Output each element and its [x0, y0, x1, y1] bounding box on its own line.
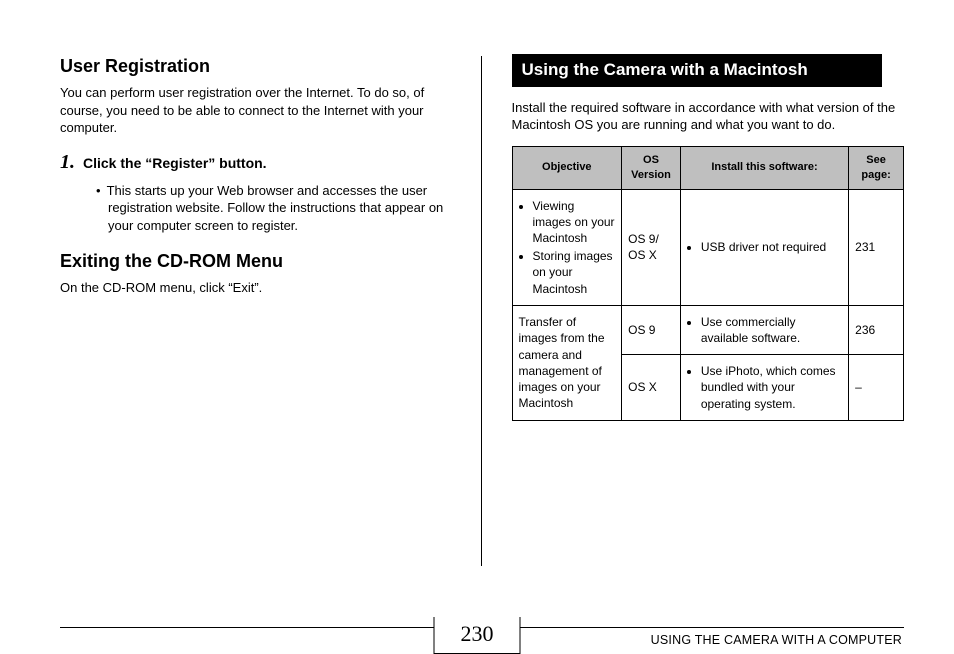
step-instruction: Click the “Register” button.	[83, 154, 267, 173]
table-row: Viewing images on your Macintosh Storing…	[512, 189, 904, 305]
step-sub-item: This starts up your Web browser and acce…	[96, 182, 453, 235]
software-item: Use commercially available software.	[701, 314, 842, 346]
cell-objective: Viewing images on your Macintosh Storing…	[512, 189, 622, 305]
cell-software: Use iPhoto, which comes bundled with you…	[680, 355, 848, 421]
heading-user-registration: User Registration	[60, 54, 453, 78]
exit-cdrom-para: On the CD-ROM menu, click “Exit”.	[60, 279, 453, 297]
software-table: Objective OS Version Install this softwa…	[512, 146, 905, 421]
cell-page: 236	[849, 305, 904, 354]
cell-objective: Transfer of images from the camera and m…	[512, 305, 622, 420]
table-header-row: Objective OS Version Install this softwa…	[512, 147, 904, 190]
th-software: Install this software:	[680, 147, 848, 190]
cell-software: USB driver not required	[680, 189, 848, 305]
table-row: Transfer of images from the camera and m…	[512, 305, 904, 354]
step-number: 1.	[60, 149, 75, 176]
right-column: Using the Camera with a Macintosh Instal…	[510, 50, 905, 545]
step-1: 1. Click the “Register” button.	[60, 149, 453, 176]
objective-item: Storing images on your Macintosh	[533, 248, 616, 297]
footer-section-title: USING THE CAMERA WITH A COMPUTER	[651, 633, 902, 647]
cell-os: OS X	[622, 355, 681, 421]
th-objective: Objective	[512, 147, 622, 190]
mac-intro-para: Install the required software in accorda…	[512, 99, 905, 134]
cell-os: OS 9	[622, 305, 681, 354]
user-registration-para: You can perform user registration over t…	[60, 84, 453, 137]
cell-software: Use commercially available software.	[680, 305, 848, 354]
step-sublist: This starts up your Web browser and acce…	[96, 182, 453, 235]
th-os-version: OS Version	[622, 147, 681, 190]
page-content: User Registration You can perform user r…	[0, 0, 954, 545]
column-divider	[481, 56, 482, 566]
left-column: User Registration You can perform user r…	[60, 50, 453, 545]
software-item: Use iPhoto, which comes bundled with you…	[701, 363, 842, 412]
objective-item: Viewing images on your Macintosh	[533, 198, 616, 247]
heading-exit-cdrom: Exiting the CD-ROM Menu	[60, 249, 453, 273]
page-footer: 230 USING THE CAMERA WITH A COMPUTER	[0, 627, 954, 628]
cell-page: –	[849, 355, 904, 421]
page-number: 230	[434, 617, 521, 654]
cell-os: OS 9/ OS X	[622, 189, 681, 305]
section-banner: Using the Camera with a Macintosh	[512, 54, 882, 87]
software-item: USB driver not required	[701, 239, 842, 255]
th-see-page: See page:	[849, 147, 904, 190]
cell-page: 231	[849, 189, 904, 305]
